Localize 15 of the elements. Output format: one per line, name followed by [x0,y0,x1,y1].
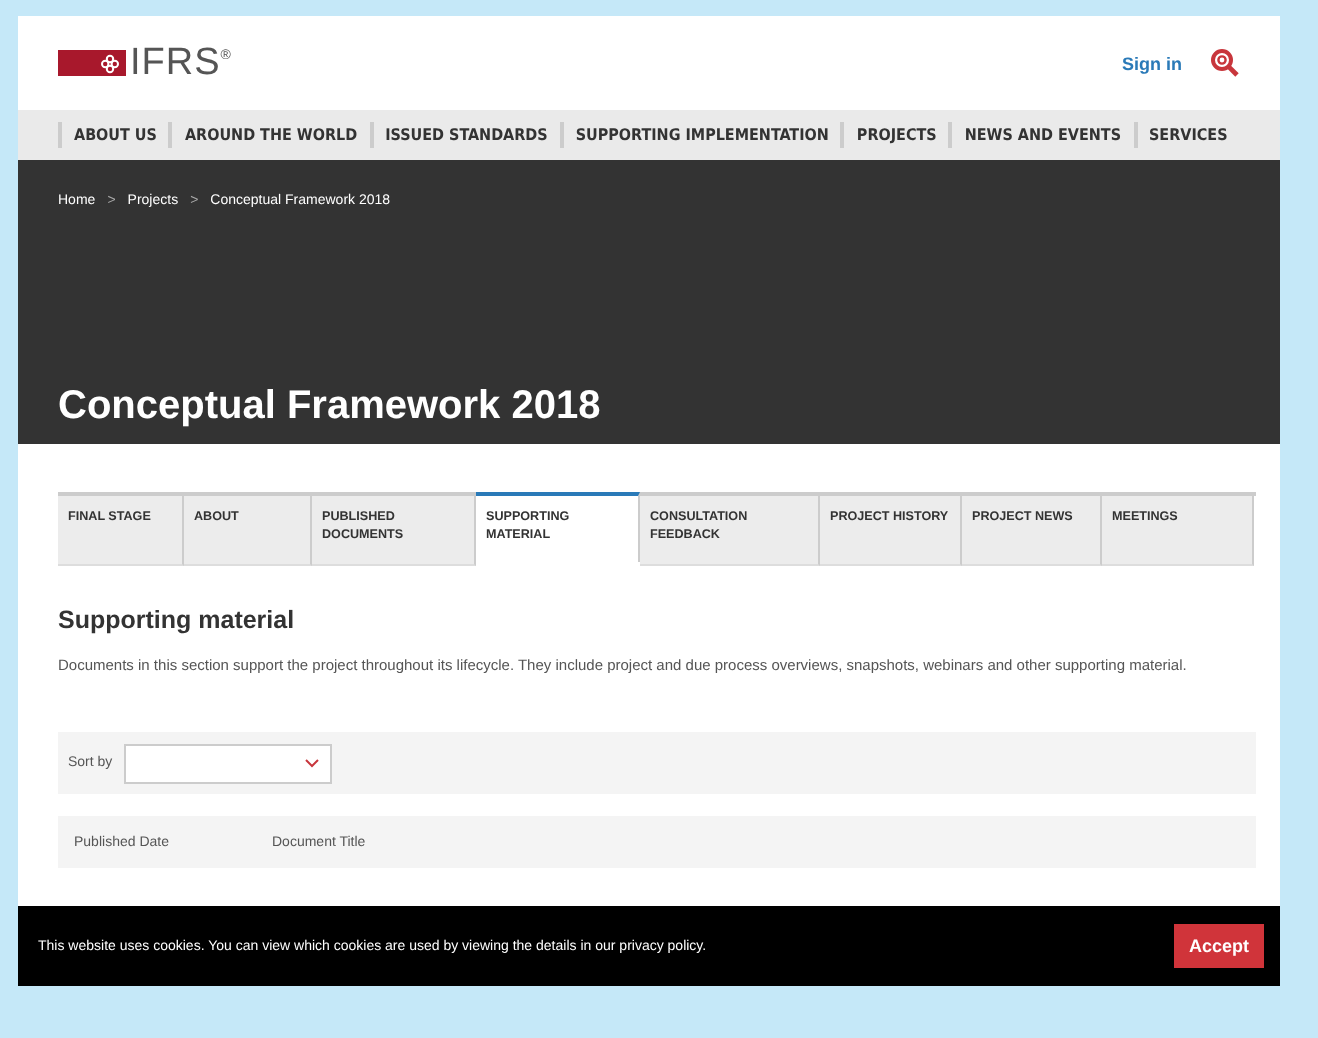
search-icon[interactable] [1210,48,1240,78]
section-heading: Supporting material [58,606,297,634]
nav-item[interactable]: NEWS AND EVENTS [948,122,1133,148]
nav-item[interactable]: ISSUED STANDARDS [369,122,560,148]
nav-item[interactable]: AROUND THE WORLD [168,122,370,148]
nav-item[interactable]: SUPPORTING IMPLEMENTATION [559,122,841,148]
nav-item[interactable]: ABOUT US [58,122,169,148]
accept-button[interactable]: Accept [1174,924,1264,968]
logo-mark-icon [58,50,126,76]
sign-in-link[interactable]: Sign in [1122,53,1182,73]
page-title: Conceptual Framework 2018 [58,384,603,430]
nav-item[interactable]: PROJECTS [840,122,949,148]
logo-text[interactable]: IFRS$^{®}$ [130,41,232,85]
chevron-down-icon [304,758,321,768]
nav-item[interactable]: SERVICES [1133,122,1240,148]
